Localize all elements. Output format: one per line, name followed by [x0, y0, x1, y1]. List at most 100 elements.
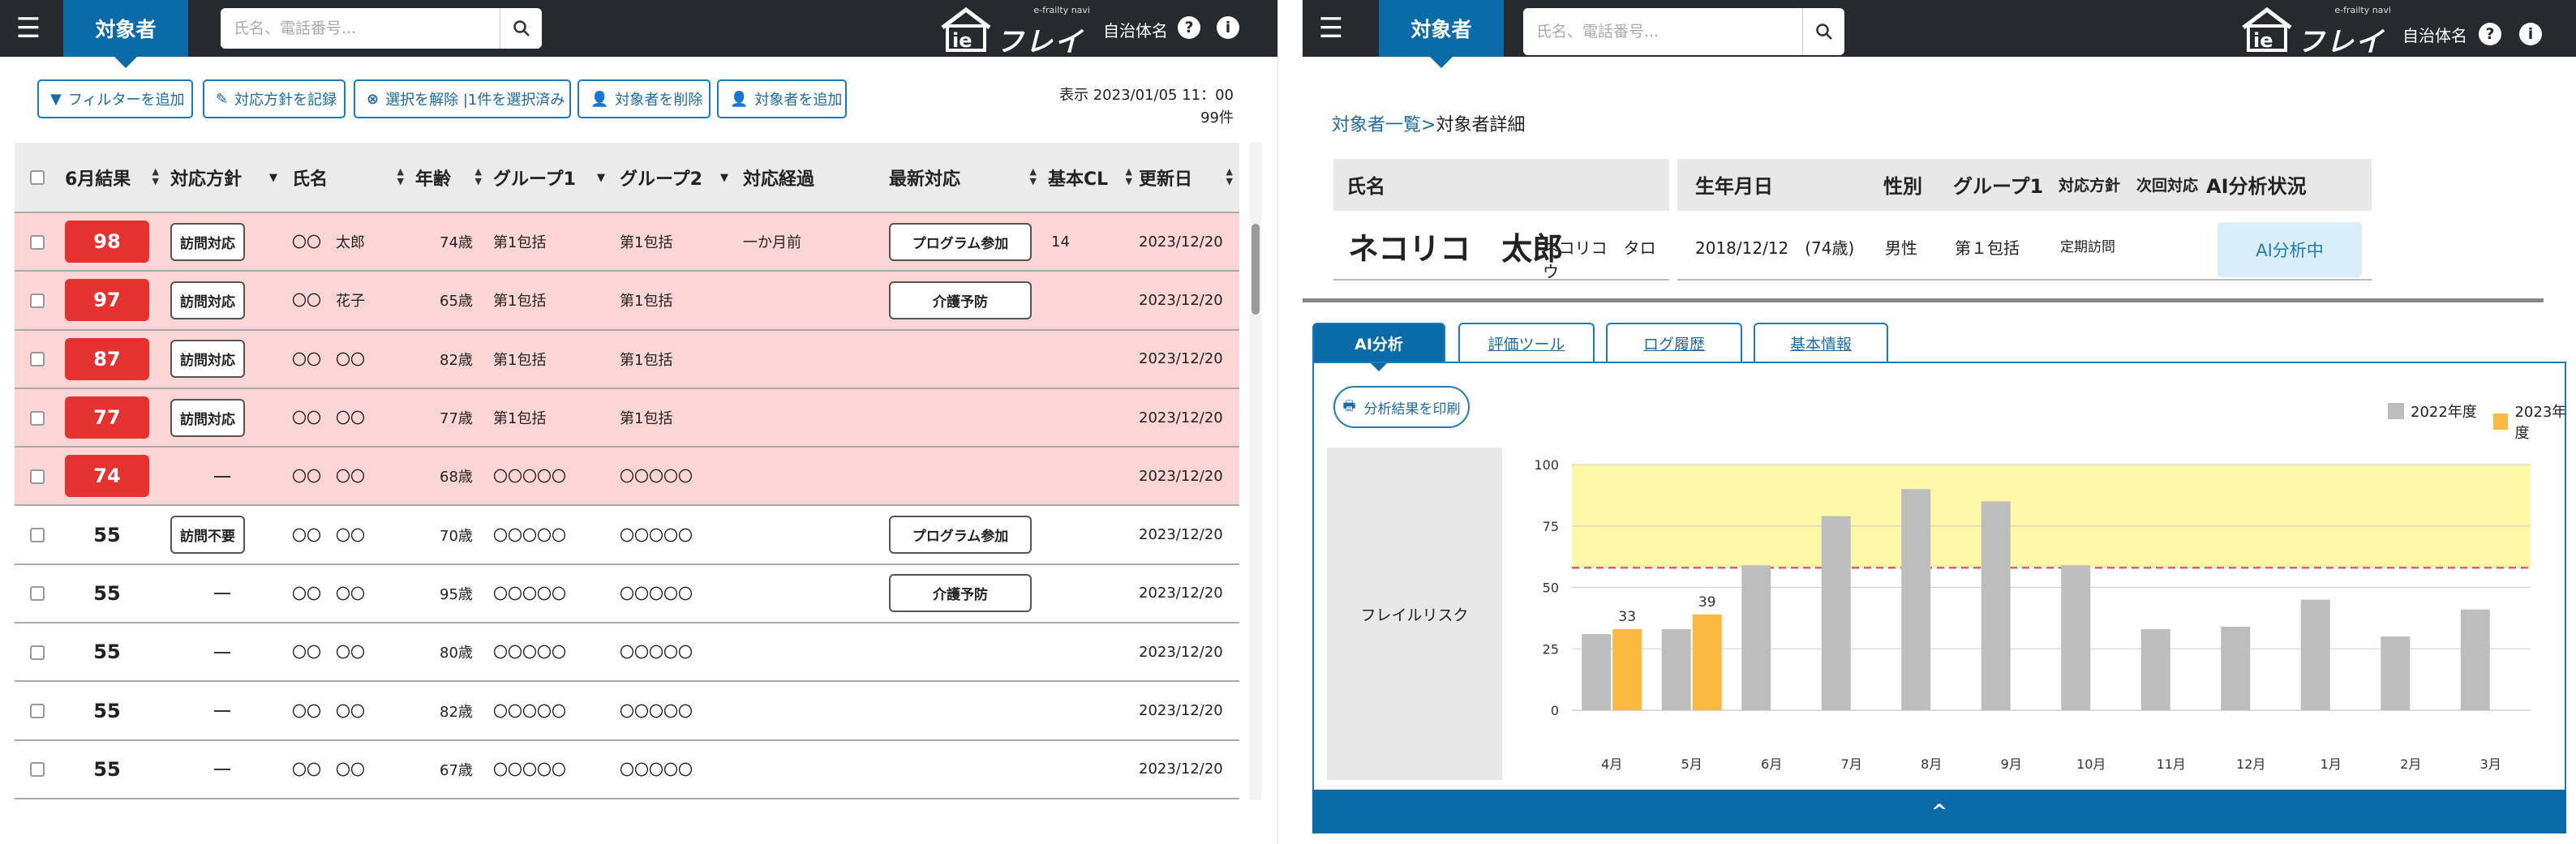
select-all-checkbox[interactable]	[15, 143, 60, 213]
name-cell[interactable]: 〇〇 〇〇	[287, 739, 410, 799]
sort-icon[interactable]: ▲ ▼	[1030, 167, 1037, 186]
latest-action-button[interactable]: プログラム参加	[889, 516, 1032, 555]
row-checkbox[interactable]	[15, 271, 60, 331]
table-row[interactable]: 77 訪問対応 〇〇 〇〇 77歳 第1包括 第1包括 2023/12/20	[15, 388, 1239, 448]
row-checkbox[interactable]	[15, 447, 60, 507]
bar-2022年度-12月	[2221, 626, 2251, 710]
nav-tab-subjects[interactable]: 対象者	[63, 0, 188, 68]
high-risk-band	[1572, 465, 2531, 568]
sort-icon[interactable]: ▲ ▼	[397, 167, 404, 186]
row-checkbox[interactable]	[15, 329, 60, 389]
row-checkbox[interactable]	[15, 623, 60, 683]
subject-table: 6月結果 ▲ ▼ 対応方針 ▼ 氏名 ▲ ▼ 年齢 ▲ ▼ グループ1 ▼ グループ2 ▼ 対応経…	[15, 143, 1239, 799]
name-cell[interactable]: 〇〇 〇〇	[287, 329, 410, 389]
menu-icon[interactable]: ☰	[0, 0, 57, 57]
help-icon[interactable]: ?	[1178, 16, 1200, 39]
row-checkbox[interactable]	[15, 505, 60, 565]
name-cell[interactable]: 〇〇 花子	[287, 271, 410, 331]
bar-2022年度-4月	[1582, 634, 1612, 710]
policy-button[interactable]: 訪問対応	[170, 398, 245, 437]
june-result-cell: 55	[60, 739, 165, 799]
search-input[interactable]	[221, 8, 500, 49]
june-result-cell: 77	[60, 388, 165, 448]
info-icon[interactable]: i	[1217, 16, 1239, 39]
col-header-june-result[interactable]: 6月結果 ▲ ▼	[60, 143, 165, 213]
record-count: 99件	[1200, 109, 1234, 126]
dropdown-icon[interactable]: ▼	[597, 172, 605, 184]
row-checkbox[interactable]	[15, 563, 60, 624]
sort-icon[interactable]: ▲ ▼	[475, 167, 482, 186]
y-tick-label: 0	[1551, 703, 1559, 718]
table-scrollbar[interactable]	[1250, 143, 1261, 799]
policy-cell: 訪問対応	[165, 271, 287, 331]
updated-date-cell: 2023/12/20	[1134, 681, 1239, 741]
group1-cell: 〇〇〇〇〇	[488, 447, 615, 507]
progress-cell	[738, 681, 884, 741]
col-header-latest[interactable]: 最新対応 ▲ ▼	[884, 143, 1043, 213]
policy-button[interactable]: 訪問対応	[170, 340, 245, 379]
record-policy-button[interactable]: ✎ 対応方針を記録	[203, 79, 346, 118]
policy-cell	[165, 447, 287, 507]
bar-2022年度-7月	[1821, 516, 1851, 710]
name-cell[interactable]: 〇〇 〇〇	[287, 388, 410, 448]
collapse-bar[interactable]: ^	[1312, 790, 2566, 833]
group1-cell: 第1包括	[488, 388, 615, 448]
row-checkbox[interactable]	[15, 212, 60, 272]
user-minus-icon: 👤	[590, 90, 609, 108]
search-button[interactable]	[500, 8, 542, 49]
table-row[interactable]: 55 〇〇 〇〇 82歳 〇〇〇〇〇 〇〇〇〇〇 2023/12/20	[15, 681, 1239, 741]
add-filter-button[interactable]: ▼ フィルターを追加	[37, 79, 193, 118]
policy-button[interactable]: 訪問対応	[170, 222, 245, 261]
sort-icon[interactable]: ▲ ▼	[152, 167, 159, 186]
col-header-updated[interactable]: 更新日 ▲ ▼	[1134, 143, 1239, 213]
table-row[interactable]: 55 〇〇 〇〇 67歳 〇〇〇〇〇 〇〇〇〇〇 2023/12/20	[15, 739, 1239, 799]
june-result-cell: 98	[60, 212, 165, 272]
updated-date-cell: 2023/12/20	[1134, 563, 1239, 624]
dropdown-icon[interactable]: ▼	[269, 172, 277, 184]
col-header-group2[interactable]: グループ2 ▼	[615, 143, 738, 213]
row-checkbox[interactable]	[15, 681, 60, 741]
dropdown-icon[interactable]: ▼	[720, 172, 728, 184]
name-cell[interactable]: 〇〇 〇〇	[287, 623, 410, 683]
add-subject-button[interactable]: 👤 対象者を追加	[717, 79, 847, 118]
svg-text:ie: ie	[952, 29, 972, 52]
table-row[interactable]: 74 〇〇 〇〇 68歳 〇〇〇〇〇 〇〇〇〇〇 2023/12/20	[15, 447, 1239, 507]
row-checkbox[interactable]	[15, 739, 60, 799]
scrollbar-thumb[interactable]	[1252, 224, 1260, 315]
name-cell[interactable]: 〇〇 太郎	[287, 212, 410, 272]
name-cell[interactable]: 〇〇 〇〇	[287, 505, 410, 565]
sort-icon[interactable]: ▲ ▼	[1226, 167, 1233, 186]
table-row[interactable]: 55 〇〇 〇〇 95歳 〇〇〇〇〇 〇〇〇〇〇 介護予防 2023/12/20	[15, 563, 1239, 624]
table-row[interactable]: 87 訪問対応 〇〇 〇〇 82歳 第1包括 第1包括 2023/12/20	[15, 329, 1239, 389]
basic-cl-cell	[1043, 388, 1134, 448]
clear-selection-button[interactable]: ⊗ 選択を解除 |1件を選択済み	[354, 79, 571, 118]
policy-button[interactable]: 訪問対応	[170, 281, 245, 319]
sort-icon[interactable]: ▲ ▼	[1126, 167, 1132, 186]
name-cell[interactable]: 〇〇 〇〇	[287, 447, 410, 507]
delete-subject-button[interactable]: 👤 対象者を削除	[577, 79, 711, 118]
x-tick-label: 8月	[1921, 756, 1942, 772]
latest-action-button[interactable]: 介護予防	[889, 281, 1032, 319]
bar-2022年度-9月	[1981, 501, 2011, 710]
table-row[interactable]: 97 訪問対応 〇〇 花子 65歳 第1包括 第1包括 介護予防 2023/12/20	[15, 271, 1239, 331]
latest-action-button[interactable]: プログラム参加	[889, 222, 1032, 261]
col-header-policy[interactable]: 対応方針 ▼	[165, 143, 287, 213]
policy-button[interactable]: 訪問不要	[170, 516, 245, 555]
basic-cl-cell	[1043, 447, 1134, 507]
latest-action-button[interactable]: 介護予防	[889, 574, 1032, 613]
name-cell[interactable]: 〇〇 〇〇	[287, 681, 410, 741]
name-cell[interactable]: 〇〇 〇〇	[287, 563, 410, 624]
progress-cell	[738, 505, 884, 565]
col-header-group1[interactable]: グループ1 ▼	[488, 143, 615, 213]
group1-cell: 〇〇〇〇〇	[488, 505, 615, 565]
col-header-age[interactable]: 年齢 ▲ ▼	[410, 143, 488, 213]
house-logo-icon: ie	[941, 6, 991, 52]
col-header-basic-cl[interactable]: 基本CL ▲ ▼	[1043, 143, 1134, 213]
group2-cell: 〇〇〇〇〇	[615, 505, 738, 565]
latest-cell: 介護予防	[884, 563, 1043, 624]
col-header-name[interactable]: 氏名 ▲ ▼	[287, 143, 410, 213]
table-row[interactable]: 55 〇〇 〇〇 80歳 〇〇〇〇〇 〇〇〇〇〇 2023/12/20	[15, 623, 1239, 683]
row-checkbox[interactable]	[15, 388, 60, 448]
table-row[interactable]: 98 訪問対応 〇〇 太郎 74歳 第1包括 第1包括 一か月前 プログラム参加 14 2023/…	[15, 212, 1239, 272]
table-row[interactable]: 55 訪問不要 〇〇 〇〇 70歳 〇〇〇〇〇 〇〇〇〇〇 プログラム参加 2023/12/2…	[15, 505, 1239, 565]
